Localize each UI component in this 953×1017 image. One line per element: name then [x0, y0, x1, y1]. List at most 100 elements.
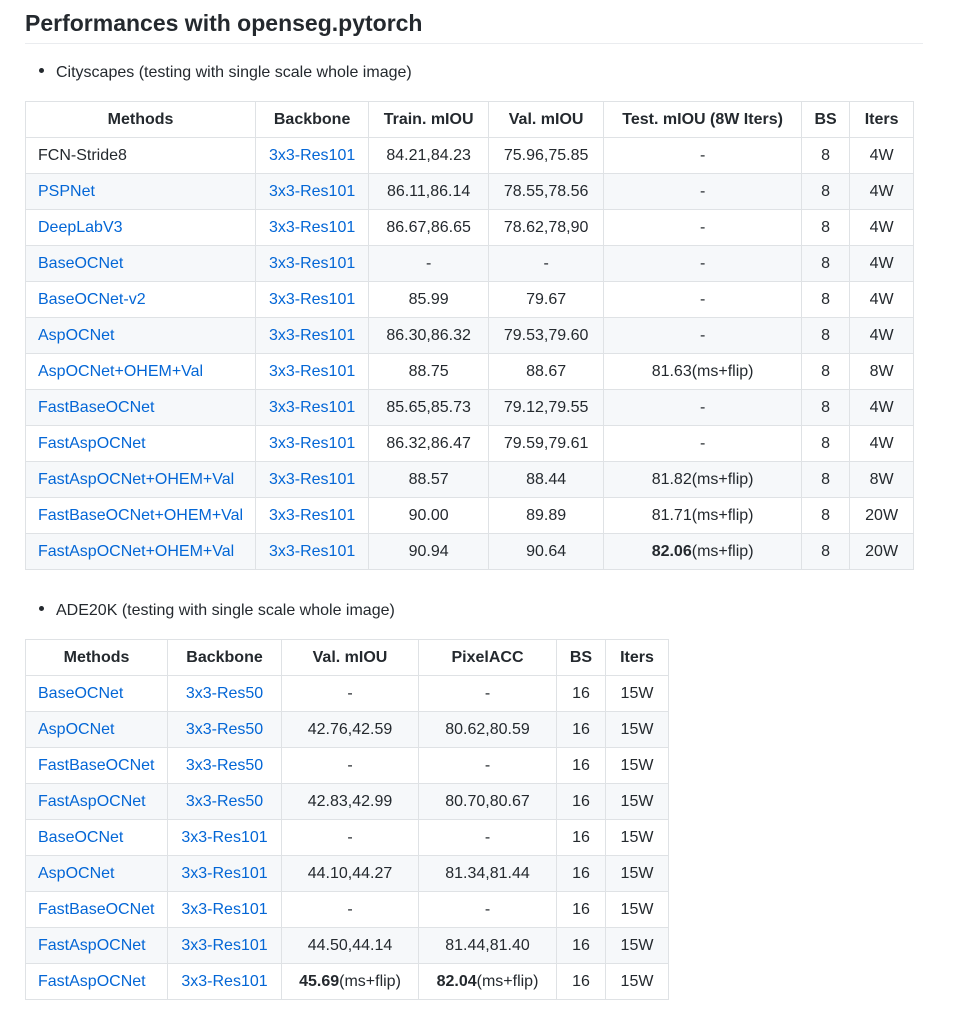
- batch-size-cell: 8: [801, 461, 851, 498]
- method-cell: AspOCNet+OHEM+Val: [24, 353, 257, 390]
- val-miou-cell: 45.69(ms+flip): [281, 963, 419, 1000]
- method-link[interactable]: FastAspOCNet: [38, 937, 146, 954]
- method-link[interactable]: FastAspOCNet+OHEM+Val: [38, 543, 234, 560]
- backbone-link[interactable]: 3x3-Res101: [181, 937, 267, 954]
- backbone-link[interactable]: 3x3-Res101: [269, 219, 355, 236]
- best-score: 45.69: [299, 972, 340, 990]
- method-link[interactable]: AspOCNet+OHEM+Val: [38, 363, 203, 380]
- method-name: FCN-Stride8: [38, 146, 127, 164]
- batch-size-cell: 8: [801, 281, 851, 318]
- backbone-link[interactable]: 3x3-Res101: [181, 865, 267, 882]
- backbone-link[interactable]: 3x3-Res101: [269, 543, 355, 560]
- column-header: Iters: [849, 101, 915, 138]
- method-link[interactable]: BaseOCNet: [38, 255, 123, 272]
- backbone-link[interactable]: 3x3-Res101: [181, 973, 267, 990]
- backbone-cell: 3x3-Res101: [255, 317, 370, 354]
- backbone-link[interactable]: 3x3-Res101: [269, 363, 355, 380]
- table-row: BaseOCNet 3x3-Res50 - - 16 15W: [25, 675, 669, 712]
- pixel-acc-value: 81.44,81.40: [445, 936, 530, 954]
- test-miou-cell: 81.82(ms+flip): [603, 461, 803, 498]
- backbone-link[interactable]: 3x3-Res101: [269, 291, 355, 308]
- table-row: FastBaseOCNet+OHEM+Val 3x3-Res101 90.00 89.…: [24, 497, 915, 534]
- column-header: BS: [556, 639, 606, 676]
- batch-size-cell: 8: [801, 389, 851, 426]
- backbone-link[interactable]: 3x3-Res101: [181, 901, 267, 918]
- method-link[interactable]: FastBaseOCNet: [38, 399, 154, 416]
- backbone-link[interactable]: 3x3-Res101: [269, 435, 355, 452]
- cityscapes-header-row: Methods Backbone Train. mIOU Val. mIOU Test.…: [24, 101, 915, 138]
- ade20k-caption-text: ADE20K (testing with single scale whole …: [56, 602, 395, 619]
- method-link[interactable]: AspOCNet: [38, 865, 114, 882]
- cityscapes-results-table: Methods Backbone Train. mIOU Val. mIOU Test.…: [24, 101, 915, 570]
- backbone-link[interactable]: 3x3-Res101: [269, 183, 355, 200]
- val-miou-cell: 42.83,42.99: [281, 783, 419, 820]
- backbone-link[interactable]: 3x3-Res101: [269, 147, 355, 164]
- backbone-cell: 3x3-Res101: [255, 353, 370, 390]
- batch-size-cell: 8: [801, 209, 851, 246]
- test-miou-value: -: [699, 290, 706, 308]
- method-link[interactable]: FastBaseOCNet: [38, 757, 154, 774]
- backbone-link[interactable]: 3x3-Res101: [269, 507, 355, 524]
- method-cell: AspOCNet: [25, 711, 168, 748]
- ade20k-header-row: Methods Backbone Val. mIOU PixelACC BS Iters: [25, 639, 669, 676]
- iters-cell: 4W: [849, 425, 915, 462]
- test-miou-value: 81.71(ms+flip): [651, 506, 754, 524]
- method-link[interactable]: FastAspOCNet: [38, 973, 146, 990]
- iters-cell: 20W: [849, 533, 915, 570]
- method-link[interactable]: DeepLabV3: [38, 219, 123, 236]
- test-miou-cell: 81.71(ms+flip): [603, 497, 803, 534]
- method-cell: PSPNet: [24, 173, 257, 210]
- column-header: BS: [801, 101, 851, 138]
- column-header: Backbone: [255, 101, 370, 138]
- val-miou-cell: 88.44: [488, 461, 605, 498]
- backbone-cell: 3x3-Res50: [167, 675, 282, 712]
- method-link[interactable]: FastBaseOCNet: [38, 901, 154, 918]
- batch-size-cell: 8: [801, 353, 851, 390]
- backbone-link[interactable]: 3x3-Res101: [181, 829, 267, 846]
- method-cell: FCN-Stride8: [24, 137, 257, 174]
- pixel-acc-value: -: [484, 756, 491, 774]
- table-row: AspOCNet 3x3-Res50 42.76,42.59 80.62,80.59 1…: [25, 711, 669, 748]
- column-header: Methods: [25, 639, 168, 676]
- method-link[interactable]: BaseOCNet: [38, 685, 123, 702]
- train-miou-cell: 88.75: [368, 353, 490, 390]
- backbone-link[interactable]: 3x3-Res50: [186, 685, 263, 702]
- method-link[interactable]: AspOCNet: [38, 721, 114, 738]
- table-row: FastAspOCNet 3x3-Res50 42.83,42.99 80.70,80…: [25, 783, 669, 820]
- method-link[interactable]: PSPNet: [38, 183, 95, 200]
- test-miou-value: -: [699, 182, 706, 200]
- method-link[interactable]: FastBaseOCNet+OHEM+Val: [38, 507, 243, 524]
- iters-cell: 15W: [605, 711, 669, 748]
- backbone-link[interactable]: 3x3-Res50: [186, 793, 263, 810]
- pixel-acc-cell: 82.04(ms+flip): [418, 963, 557, 1000]
- method-link[interactable]: BaseOCNet-v2: [38, 291, 146, 308]
- val-miou-value: -: [347, 684, 353, 702]
- iters-cell: 4W: [849, 281, 915, 318]
- method-link[interactable]: AspOCNet: [38, 327, 114, 344]
- column-header: Test. mIOU (8W Iters): [603, 101, 803, 138]
- method-link[interactable]: FastAspOCNet+OHEM+Val: [38, 471, 234, 488]
- backbone-link[interactable]: 3x3-Res101: [269, 399, 355, 416]
- backbone-link[interactable]: 3x3-Res101: [269, 327, 355, 344]
- batch-size-cell: 8: [801, 425, 851, 462]
- iters-cell: 8W: [849, 353, 915, 390]
- iters-cell: 15W: [605, 891, 669, 928]
- iters-cell: 15W: [605, 855, 669, 892]
- backbone-cell: 3x3-Res101: [167, 891, 282, 928]
- test-miou-value: -: [699, 146, 706, 164]
- backbone-link[interactable]: 3x3-Res50: [186, 757, 263, 774]
- column-header: PixelACC: [418, 639, 557, 676]
- train-miou-cell: 84.21,84.23: [368, 137, 490, 174]
- table-row: FastAspOCNet+OHEM+Val 3x3-Res101 90.94 90.6…: [24, 533, 915, 570]
- method-link[interactable]: BaseOCNet: [38, 829, 123, 846]
- method-link[interactable]: FastAspOCNet: [38, 793, 146, 810]
- method-cell: FastBaseOCNet: [25, 891, 168, 928]
- val-miou-cell: 90.64: [488, 533, 605, 570]
- table-row: BaseOCNet 3x3-Res101- - -8 4W: [24, 245, 915, 282]
- backbone-link[interactable]: 3x3-Res50: [186, 721, 263, 738]
- batch-size-cell: 8: [801, 245, 851, 282]
- pixel-acc-value: (ms+flip): [476, 972, 539, 990]
- method-link[interactable]: FastAspOCNet: [38, 435, 146, 452]
- backbone-link[interactable]: 3x3-Res101: [269, 471, 355, 488]
- backbone-link[interactable]: 3x3-Res101: [269, 255, 355, 272]
